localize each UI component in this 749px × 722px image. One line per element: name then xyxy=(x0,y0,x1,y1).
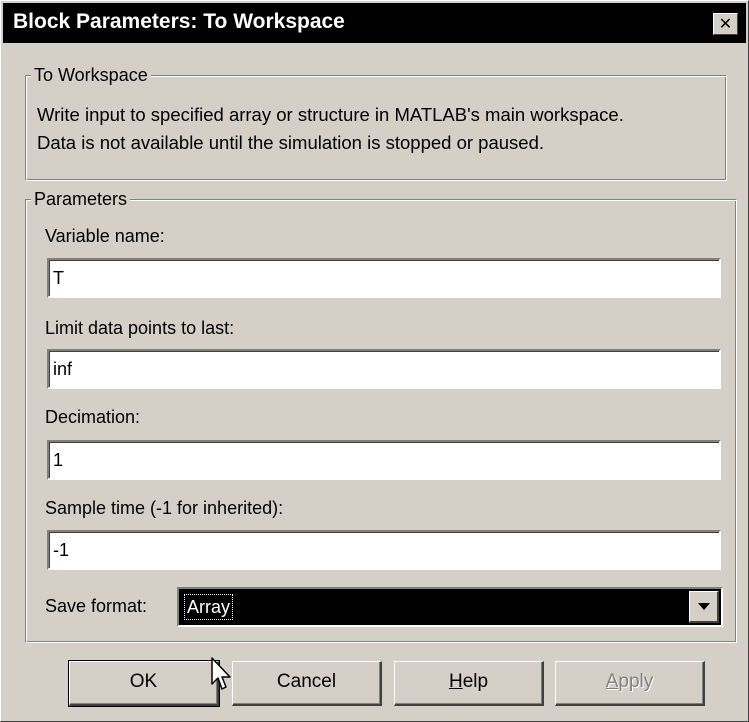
save-format-dropdown[interactable]: Array xyxy=(177,587,723,627)
dropdown-arrow-button[interactable] xyxy=(689,591,719,623)
window-title: Block Parameters: To Workspace xyxy=(13,10,345,33)
ok-button[interactable]: OK xyxy=(68,660,220,707)
apply-button[interactable]: Apply xyxy=(555,661,705,706)
title-bar[interactable]: Block Parameters: To Workspace ✕ xyxy=(3,3,746,43)
help-button-label: elp xyxy=(462,671,489,692)
help-button-mnemonic: H xyxy=(448,671,463,692)
chevron-down-icon xyxy=(698,603,710,610)
apply-button-mnemonic: A xyxy=(605,671,619,692)
description-group-legend: To Workspace xyxy=(31,64,151,86)
save-format-selected-value: Array xyxy=(183,594,234,620)
apply-button-label: pply xyxy=(618,671,654,692)
help-button[interactable]: Help xyxy=(394,661,544,706)
limit-data-points-field[interactable]: inf xyxy=(47,349,721,389)
parameters-group-legend: Parameters xyxy=(31,188,131,210)
close-button[interactable]: ✕ xyxy=(713,13,738,35)
decimation-field[interactable]: 1 xyxy=(47,440,721,480)
mouse-pointer-icon xyxy=(211,657,231,690)
decimation-label: Decimation: xyxy=(45,407,141,427)
limit-data-points-label: Limit data points to last: xyxy=(45,318,235,338)
variable-name-label: Variable name: xyxy=(45,226,165,246)
description-line-2: Data is not available until the simulati… xyxy=(37,132,544,153)
cancel-button-label: Cancel xyxy=(276,671,337,692)
dialog-window: Block Parameters: To Workspace ✕ To Work… xyxy=(0,0,749,722)
close-icon: ✕ xyxy=(718,14,733,33)
cancel-button[interactable]: Cancel xyxy=(232,661,382,706)
sample-time-label: Sample time (-1 for inherited): xyxy=(45,498,284,518)
sample-time-field[interactable]: -1 xyxy=(47,530,721,570)
description-line-1: Write input to specified array or struct… xyxy=(37,104,624,125)
ok-button-label: OK xyxy=(129,671,158,692)
save-format-label: Save format: xyxy=(45,596,148,616)
variable-name-field[interactable]: T xyxy=(47,258,721,298)
